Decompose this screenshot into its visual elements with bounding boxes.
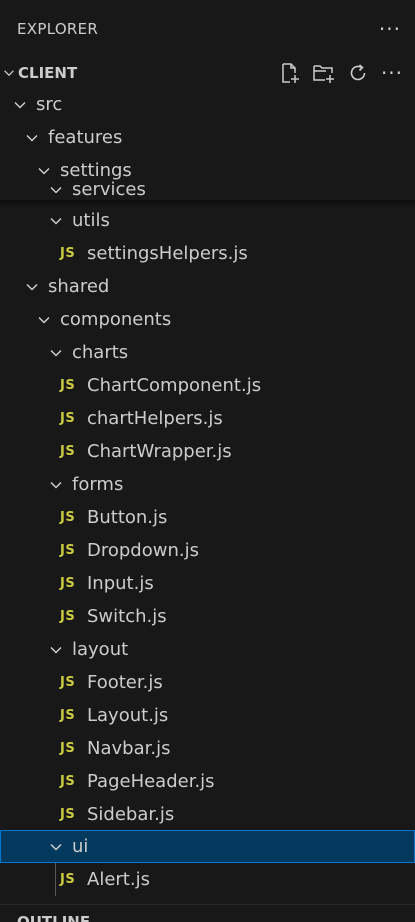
tree-file-Footer[interactable]: JS Footer.js (0, 666, 415, 699)
tree-file-Layout[interactable]: JS Layout.js (0, 699, 415, 732)
chevron-down-icon (26, 283, 38, 291)
js-file-icon: JS (60, 411, 76, 426)
explorer-title: EXPLORER (17, 20, 99, 38)
file-label: ChartWrapper.js (87, 441, 232, 462)
section-more-icon[interactable]: ··· (379, 60, 405, 86)
folder-label: components (60, 309, 172, 330)
chevron-down-icon (38, 316, 50, 324)
sticky-folder-services-partial[interactable]: services (0, 180, 415, 200)
js-file-icon: JS (60, 872, 76, 887)
tree-folder-charts[interactable]: charts (0, 336, 415, 369)
tree-folder-forms[interactable]: forms (0, 468, 415, 501)
section-header-client[interactable]: CLIENT ··· (0, 56, 415, 89)
js-file-icon: JS (60, 807, 76, 822)
sticky-folder-src[interactable]: src (0, 88, 415, 121)
js-file-icon: JS (60, 510, 76, 525)
chevron-down-icon (50, 349, 62, 357)
folder-label: services (72, 180, 146, 200)
new-file-icon (282, 62, 299, 83)
tree-file-Sidebar[interactable]: JS Sidebar.js (0, 798, 415, 831)
js-file-icon: JS (60, 576, 76, 591)
file-label: settingsHelpers.js (87, 243, 248, 264)
chevron-down-icon (50, 481, 62, 489)
file-label: Sidebar.js (87, 804, 175, 825)
sticky-folder-features[interactable]: features (0, 121, 415, 154)
js-file-icon: JS (60, 609, 76, 624)
file-label: Navbar.js (87, 738, 171, 759)
tree-file-Alert[interactable]: JS Alert.js (0, 863, 415, 896)
tree-folder-shared[interactable]: shared (0, 270, 415, 303)
js-file-icon: JS (60, 378, 76, 393)
js-file-icon: JS (60, 708, 76, 723)
file-label: Switch.js (87, 606, 167, 627)
js-file-icon: JS (60, 774, 76, 789)
tree-folder-ui[interactable]: ui (0, 830, 415, 863)
chevron-down-icon (50, 646, 62, 654)
outline-title: OUTLINE (17, 913, 91, 922)
tree-file-ChartComponent[interactable]: JS ChartComponent.js (0, 369, 415, 402)
refresh-icon (350, 63, 366, 80)
folder-label: features (48, 127, 123, 148)
tree-file-ChartWrapper[interactable]: JS ChartWrapper.js (0, 435, 415, 468)
tree-file-PageHeader[interactable]: JS PageHeader.js (0, 765, 415, 798)
folder-label: utils (72, 210, 110, 231)
more-actions-icon[interactable]: ··· (379, 19, 401, 39)
chevron-down-icon (50, 186, 62, 194)
file-label: Footer.js (87, 672, 163, 693)
folder-label: settings (60, 160, 132, 181)
file-label: Alert.js (87, 869, 150, 890)
tree-folder-layout[interactable]: layout (0, 633, 415, 666)
js-file-icon: JS (60, 543, 76, 558)
explorer-pane: EXPLORER ··· CLIENT ··· utils JS setting… (0, 0, 415, 922)
tree-folder-utils[interactable]: utils (0, 204, 415, 237)
section-actions: ··· (277, 60, 415, 86)
tree-file-Button[interactable]: JS Button.js (0, 501, 415, 534)
tree-file-Dropdown[interactable]: JS Dropdown.js (0, 534, 415, 567)
js-file-icon: JS (60, 444, 76, 459)
chevron-down-icon (50, 843, 62, 851)
file-label: Button.js (87, 507, 168, 528)
folder-label: shared (48, 276, 110, 297)
js-file-icon: JS (60, 741, 76, 756)
tree-folder-components[interactable]: components (0, 303, 415, 336)
folder-label: charts (72, 342, 129, 363)
sticky-scroll: src features settings services (0, 88, 415, 200)
file-label: PageHeader.js (87, 771, 215, 792)
file-label: Input.js (87, 573, 154, 594)
folder-label: forms (72, 474, 124, 495)
folder-label: ui (72, 836, 89, 857)
tree-file-settingsHelpers[interactable]: JS settingsHelpers.js (0, 237, 415, 270)
js-file-icon: JS (60, 246, 76, 261)
new-file-button[interactable] (277, 60, 303, 86)
new-folder-icon (313, 64, 334, 83)
file-label: Layout.js (87, 705, 169, 726)
file-label: chartHelpers.js (87, 408, 223, 429)
new-folder-button[interactable] (311, 60, 337, 86)
explorer-header: EXPLORER ··· (0, 0, 415, 58)
folder-label: layout (72, 639, 129, 660)
section-header-outline[interactable]: OUTLINE (0, 904, 415, 922)
file-label: ChartComponent.js (87, 375, 262, 396)
file-label: Dropdown.js (87, 540, 199, 561)
tree-file-Navbar[interactable]: JS Navbar.js (0, 732, 415, 765)
chevron-down-icon (4, 69, 14, 76)
chevron-down-icon (14, 101, 26, 109)
refresh-button[interactable] (345, 60, 371, 86)
js-file-icon: JS (60, 675, 76, 690)
chevron-down-icon (26, 134, 38, 142)
section-title: CLIENT (18, 63, 78, 82)
folder-label: src (36, 94, 63, 115)
tree-file-chartHelpers[interactable]: JS chartHelpers.js (0, 402, 415, 435)
chevron-down-icon (38, 167, 50, 175)
chevron-down-icon (50, 217, 62, 225)
tree-file-Input[interactable]: JS Input.js (0, 567, 415, 600)
tree-file-Switch[interactable]: JS Switch.js (0, 600, 415, 633)
